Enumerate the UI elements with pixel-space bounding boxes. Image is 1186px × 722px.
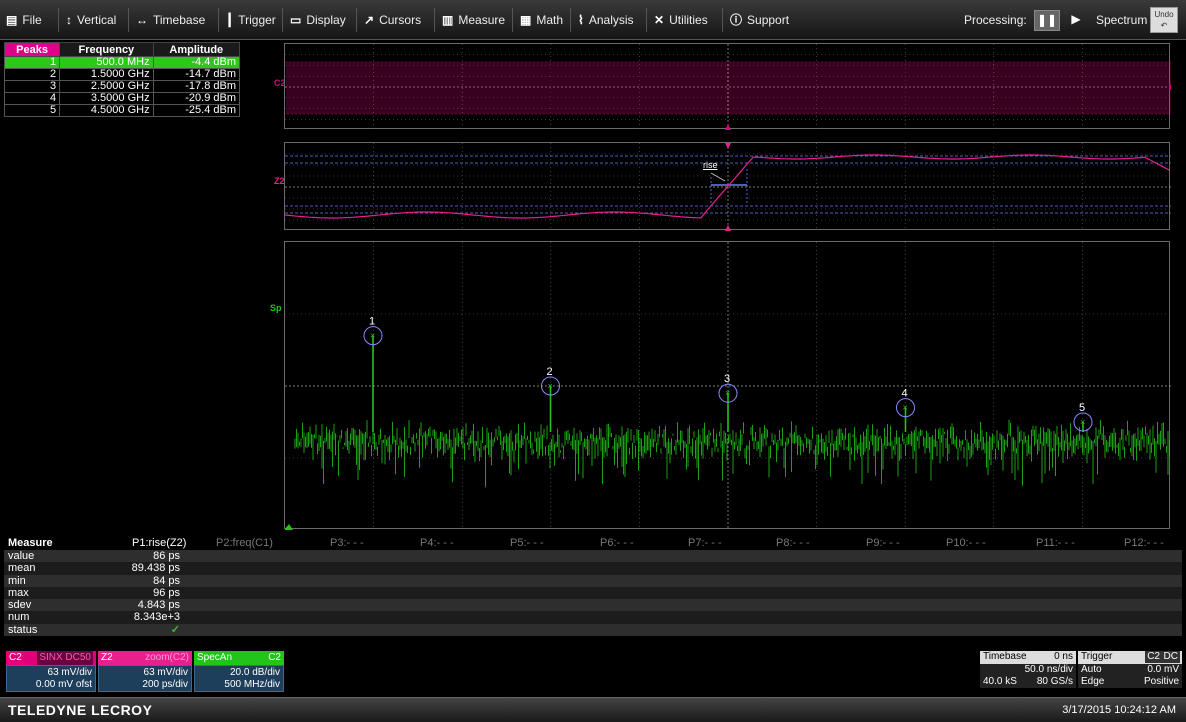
param-p6[interactable]: P6:- - - bbox=[600, 537, 634, 549]
c2-waveform bbox=[285, 44, 1171, 130]
menu-timebase[interactable]: ↔ Timebase bbox=[136, 0, 205, 40]
param-p12[interactable]: P12:- - - bbox=[1124, 537, 1164, 549]
param-p5[interactable]: P5:- - - bbox=[510, 537, 544, 549]
horizontal-arrows-icon: ↔ bbox=[136, 13, 148, 27]
measure-row: value 86 ps bbox=[4, 550, 1182, 563]
menu-display[interactable]: ▭ Display bbox=[290, 0, 346, 40]
measure-row: min 84 ps bbox=[4, 574, 1182, 587]
peak-row[interactable]: 3 2.5000 GHz -17.8 dBm bbox=[3, 80, 241, 93]
pause-icon: ❚❚ bbox=[1036, 13, 1058, 27]
param-p10[interactable]: P10:- - - bbox=[946, 537, 986, 549]
svg-text:×: × bbox=[903, 403, 908, 413]
svg-text:×: × bbox=[1080, 417, 1085, 427]
peak-marker-label: 2 bbox=[547, 366, 553, 378]
z2-descriptor[interactable]: Z2 zoom(C2) 63 mV/div 200 ps/div bbox=[98, 651, 192, 692]
undo-button[interactable]: Undo ↶ bbox=[1150, 7, 1178, 33]
status-bar: TELEDYNE LECROY 3/17/2015 10:24:12 AM bbox=[0, 697, 1186, 722]
info-icon: ⓘ bbox=[730, 13, 743, 27]
play-icon: ▶ bbox=[1071, 12, 1081, 26]
brand-logo: TELEDYNE LECROY bbox=[8, 702, 153, 718]
measure-row: sdev 4.843 ps bbox=[4, 599, 1182, 612]
chart-icon: ⌇ bbox=[578, 13, 584, 27]
status-check-icon: ✓ bbox=[170, 623, 180, 636]
peak-marker-label: 3 bbox=[724, 373, 730, 385]
peak-marker-label: 1 bbox=[369, 316, 375, 328]
svg-text:×: × bbox=[725, 388, 730, 398]
spectrum-label[interactable]: Spectrum bbox=[1096, 0, 1147, 40]
peak-row[interactable]: 1 500.0 MHz -4.4 dBm bbox=[3, 56, 241, 69]
spectrum-grid[interactable]: × 1 × 2 × 3 × 4 × 5 bbox=[284, 241, 1171, 530]
svg-text:×: × bbox=[548, 381, 553, 391]
cursor-icon: ↗ bbox=[364, 13, 375, 27]
peak-marker-label: 4 bbox=[902, 388, 908, 400]
specan-descriptor[interactable]: SpecAn C2 20.0 dB/div 500 MHz/div bbox=[194, 651, 284, 692]
frequency-header: Frequency bbox=[59, 42, 154, 57]
tools-icon: ✕ bbox=[654, 13, 665, 27]
menu-support[interactable]: ⓘ Support bbox=[730, 0, 789, 40]
peak-row[interactable]: 4 3.5000 GHz -20.9 dBm bbox=[3, 92, 241, 105]
c2-waveform-grid[interactable] bbox=[284, 43, 1171, 130]
svg-text:×: × bbox=[370, 331, 375, 341]
peak-marker-label: 5 bbox=[1079, 402, 1085, 414]
measure-row: status ✓ bbox=[4, 623, 1182, 637]
param-p8[interactable]: P8:- - - bbox=[776, 537, 810, 549]
date-time: 3/17/2015 10:24:12 AM bbox=[1062, 704, 1176, 716]
menu-cursors[interactable]: ↗ Cursors bbox=[364, 0, 421, 40]
menu-file[interactable]: ▤ File bbox=[6, 0, 42, 40]
measure-icon: ▥ bbox=[442, 13, 454, 27]
peak-row[interactable]: 5 4.5000 GHz -25.4 dBm bbox=[3, 104, 241, 117]
amplitude-header: Amplitude bbox=[152, 42, 241, 57]
play-button[interactable]: ▶ bbox=[1064, 10, 1088, 31]
peaks-header[interactable]: Peaks bbox=[3, 42, 61, 57]
timebase-descriptor[interactable]: Timebase 0 ns 50.0 ns/div 40.0 kS 80 GS/… bbox=[980, 651, 1076, 688]
display-icon: ▭ bbox=[290, 13, 302, 27]
measure-header: Measure P1:rise(Z2) P2:freq(C1) P3:- - -… bbox=[4, 536, 1182, 550]
measure-row: max 96 ps bbox=[4, 586, 1182, 600]
param-p7[interactable]: P7:- - - bbox=[688, 537, 722, 549]
z2-trace-label[interactable]: Z2 bbox=[274, 176, 285, 186]
menu-measure[interactable]: ▥ Measure bbox=[442, 0, 505, 40]
file-icon: ▤ bbox=[6, 13, 18, 27]
z2-waveform bbox=[285, 143, 1171, 231]
param-p9[interactable]: P9:- - - bbox=[866, 537, 900, 549]
peaks-table: Peaks Frequency Amplitude 1 500.0 MHz -4.4… bbox=[3, 42, 241, 117]
trigger-descriptor[interactable]: Trigger C2 DC Auto 0.0 mV Edge Positive bbox=[1078, 651, 1182, 688]
peak-row[interactable]: 2 1.5000 GHz -14.7 dBm bbox=[3, 68, 241, 81]
rise-annotation: rise bbox=[703, 160, 718, 170]
param-p1[interactable]: P1:rise(Z2) bbox=[132, 537, 186, 549]
processing-label: Processing: bbox=[964, 13, 1027, 27]
z2-zoom-grid[interactable]: rise bbox=[284, 142, 1171, 231]
menu-utilities[interactable]: ✕ Utilities bbox=[654, 0, 708, 40]
sp-trace-label[interactable]: Sp bbox=[270, 303, 282, 313]
trigger-edge-icon: ┃ bbox=[226, 13, 234, 27]
measure-row: mean 89.438 ps bbox=[4, 562, 1182, 575]
param-p4[interactable]: P4:- - - bbox=[420, 537, 454, 549]
menu-trigger[interactable]: ┃ Trigger bbox=[226, 0, 276, 40]
vertical-arrows-icon: ↕ bbox=[66, 13, 72, 27]
menu-analysis[interactable]: ⌇ Analysis bbox=[578, 0, 634, 40]
undo-icon: ↶ bbox=[1160, 21, 1168, 30]
c2-descriptor[interactable]: C2 SINX DC50 63 mV/div 0.00 mV ofst bbox=[6, 651, 96, 692]
spectrum-waveform: × 1 × 2 × 3 × 4 × 5 bbox=[285, 242, 1171, 530]
param-p11[interactable]: P11:- - - bbox=[1036, 537, 1075, 549]
menu-math[interactable]: ▦ Math bbox=[520, 0, 563, 40]
measure-row: num 8.343e+3 bbox=[4, 611, 1182, 624]
param-p3[interactable]: P3:- - - bbox=[330, 537, 364, 549]
menu-vertical[interactable]: ↕ Vertical bbox=[66, 0, 116, 40]
param-p2[interactable]: P2:freq(C1) bbox=[216, 537, 273, 549]
measure-title: Measure bbox=[8, 537, 53, 549]
measure-rows: value 86 ps mean 89.438 ps min 84 ps max 96 … bbox=[4, 550, 1182, 637]
measure-table: Measure P1:rise(Z2) P2:freq(C1) P3:- - -… bbox=[4, 536, 1182, 637]
menu-bar: ▤ File ↕ Vertical ↔ Timebase ┃ Trigger ▭ Disp… bbox=[0, 0, 1186, 40]
pause-button[interactable]: ❚❚ bbox=[1034, 10, 1060, 31]
calculator-icon: ▦ bbox=[520, 13, 532, 27]
